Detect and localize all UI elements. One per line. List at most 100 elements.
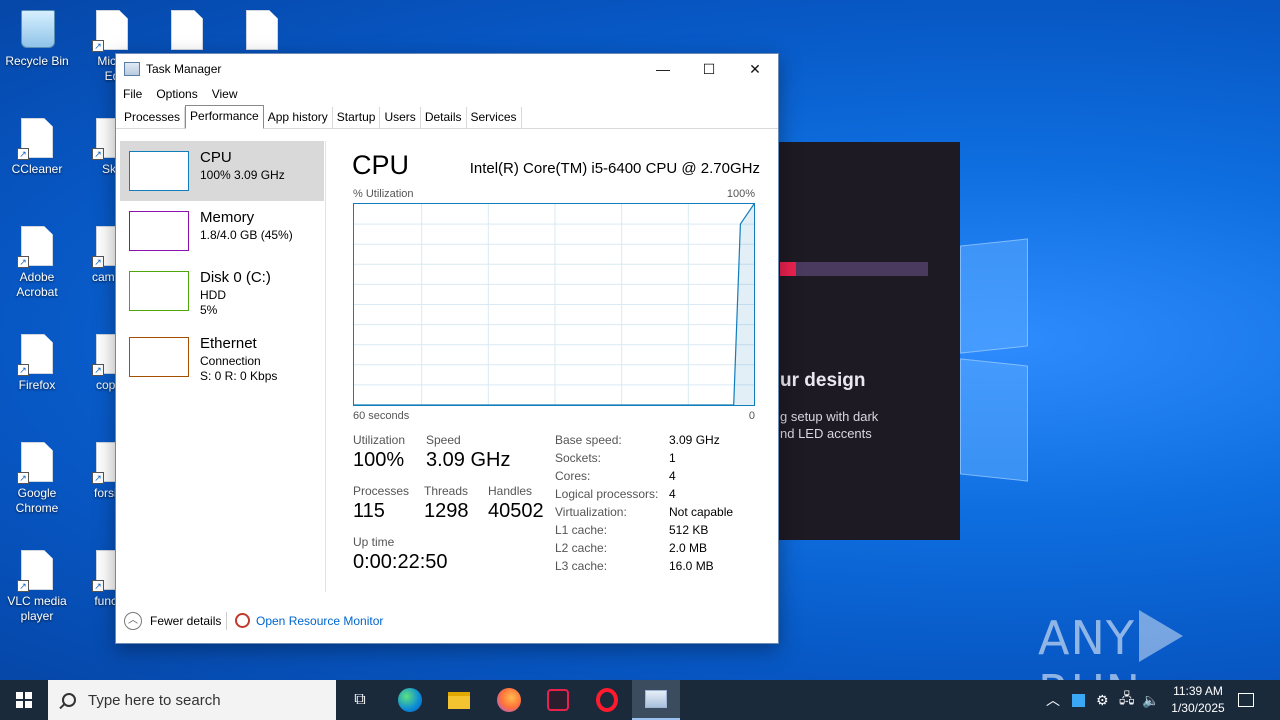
utilization-label: Utilization <box>353 433 406 447</box>
opera-taskbar-button[interactable] <box>583 680 631 720</box>
edge-shortcut-icon: ↗ <box>92 10 128 52</box>
background-promo-window[interactable]: ur design g setup with dark nd LED accen… <box>760 142 960 540</box>
sidebar-item-disk[interactable]: Disk 0 (C:) HDD 5% <box>120 261 324 321</box>
clock[interactable]: 11:39 AM 1/30/2025 <box>1162 683 1234 717</box>
open-resource-monitor-link[interactable]: Open Resource Monitor <box>256 614 383 628</box>
desktop-icon[interactable]: ↗ Adobe Acrobat <box>0 226 74 300</box>
desktop-icon-label: Google Chrome <box>15 486 59 515</box>
tab-services[interactable]: Services <box>467 107 522 128</box>
task-view-icon: ⧉ <box>354 691 366 708</box>
graph-x-left-label: 60 seconds <box>353 410 410 422</box>
windows-logo-pane <box>960 238 1028 354</box>
task-manager-icon <box>645 690 667 708</box>
vlc-icon: ↗ <box>17 550 53 592</box>
handles-value: 40502 <box>488 500 544 522</box>
disk-thumbnail-graph <box>129 271 189 311</box>
tray-app-button[interactable] <box>1072 680 1085 720</box>
sockets-label: Sockets: <box>555 451 602 465</box>
sidebar-item-name: Disk 0 (C:) <box>200 269 271 286</box>
desktop-icon[interactable]: ↗ Firefox <box>0 334 74 393</box>
footer-bar: ︿ Fewer details Open Resource Monitor <box>116 609 778 639</box>
logical-processors-value: 4 <box>669 487 676 501</box>
edge-taskbar-button[interactable] <box>386 680 434 720</box>
anyrun-watermark: ANYRUN <box>1038 610 1280 680</box>
sidebar-item-ethernet[interactable]: Ethernet Connection S: 0 R: 0 Kbps <box>120 327 324 387</box>
tab-performance[interactable]: Performance <box>185 105 264 129</box>
threads-value: 1298 <box>424 500 469 522</box>
processes-label: Processes <box>353 484 410 498</box>
tab-users[interactable]: Users <box>380 107 421 128</box>
processes-value: 115 <box>353 500 385 522</box>
desktop-icon-label: Recycle Bin <box>5 54 69 68</box>
windows-start-icon <box>16 692 32 708</box>
desktop-icon[interactable]: Recycle Bin <box>0 10 74 69</box>
file-icon <box>246 10 278 50</box>
firefox-shortcut-icon: ↗ <box>17 334 53 376</box>
cpu-utilization-graph <box>353 203 755 406</box>
resource-sidebar: CPU 100% 3.09 GHz Memory 1.8/4.0 GB (45%… <box>120 141 326 592</box>
desktop-icon-label: Adobe Acrobat <box>16 270 58 299</box>
desktop-file-icon[interactable] <box>150 10 224 54</box>
chevron-up-icon[interactable]: ︿ <box>124 612 142 630</box>
l1-cache-value: 512 KB <box>669 523 709 537</box>
task-manager-window[interactable]: Task Manager — ☐ ✕ File Options View Pro… <box>115 53 779 644</box>
menu-bar: File Options View <box>116 84 778 104</box>
windows-logo-pane <box>960 358 1028 482</box>
app-taskbar-button[interactable] <box>534 680 582 720</box>
tab-startup[interactable]: Startup <box>333 107 381 128</box>
page-title: CPU <box>352 150 410 180</box>
cores-value: 4 <box>669 469 676 483</box>
tab-app-history[interactable]: App history <box>264 107 333 128</box>
l3-cache-label: L3 cache: <box>555 559 608 573</box>
taskbar-search-box[interactable]: Type here to search <box>48 680 336 720</box>
fewer-details-link[interactable]: Fewer details <box>150 614 221 628</box>
minimize-button[interactable]: — <box>640 54 686 84</box>
ccleaner-icon: ↗ <box>17 118 53 160</box>
promo-progress-bar <box>780 262 928 276</box>
menu-view[interactable]: View <box>212 87 238 101</box>
tray-network-share-button[interactable]: ⚙ <box>1096 680 1109 720</box>
file-explorer-taskbar-button[interactable] <box>435 680 483 720</box>
desktop-file-icon[interactable] <box>225 10 299 54</box>
close-button[interactable]: ✕ <box>732 54 778 84</box>
network-icon: 🖧 <box>1119 690 1135 706</box>
menu-options[interactable]: Options <box>156 87 197 101</box>
search-icon <box>62 693 76 707</box>
edge-icon <box>398 688 422 712</box>
speed-value: 3.09 GHz <box>426 449 511 471</box>
l1-cache-label: L1 cache: <box>555 523 608 537</box>
acrobat-icon: ↗ <box>17 226 53 268</box>
notifications-button[interactable] <box>1238 680 1254 720</box>
speaker-icon: 🔈 <box>1142 691 1160 708</box>
volume-button[interactable]: 🔈 <box>1142 680 1159 720</box>
firefox-taskbar-button[interactable] <box>485 680 533 720</box>
title-bar[interactable]: Task Manager — ☐ ✕ <box>116 54 778 84</box>
network-button[interactable]: 🖧 <box>1119 680 1135 720</box>
desktop-icon[interactable]: ↗ Google Chrome <box>0 442 74 516</box>
desktop-icon[interactable]: ↗ CCleaner <box>0 118 74 177</box>
sidebar-item-detail: S: 0 R: 0 Kbps <box>200 369 278 383</box>
task-view-button[interactable]: ⧉ <box>336 680 384 720</box>
desktop-icon[interactable]: ↗ VLC media player <box>0 550 74 624</box>
maximize-button[interactable]: ☐ <box>686 54 732 84</box>
menu-file[interactable]: File <box>123 87 142 101</box>
tray-app-icon <box>1072 693 1085 707</box>
clock-date: 1/30/2025 <box>1171 701 1225 715</box>
sidebar-item-memory[interactable]: Memory 1.8/4.0 GB (45%) <box>120 201 324 261</box>
sidebar-item-cpu[interactable]: CPU 100% 3.09 GHz <box>120 141 324 201</box>
window-title: Task Manager <box>146 62 222 76</box>
uptime-value: 0:00:22:50 <box>353 551 448 573</box>
sidebar-item-detail: 5% <box>200 303 218 317</box>
show-hidden-icons-button[interactable]: ︿ <box>1046 680 1060 720</box>
resource-monitor-icon[interactable] <box>235 613 250 628</box>
sidebar-item-detail: 100% 3.09 GHz <box>200 168 285 182</box>
cores-label: Cores: <box>555 469 591 483</box>
memory-thumbnail-graph <box>129 211 189 251</box>
tab-details[interactable]: Details <box>421 107 467 128</box>
utilization-value: 100% <box>353 449 405 471</box>
file-icon <box>171 10 203 50</box>
start-button[interactable] <box>0 680 48 720</box>
sidebar-item-name: CPU <box>200 149 232 166</box>
task-manager-taskbar-button[interactable] <box>632 680 680 720</box>
tab-processes[interactable]: Processes <box>120 107 186 128</box>
